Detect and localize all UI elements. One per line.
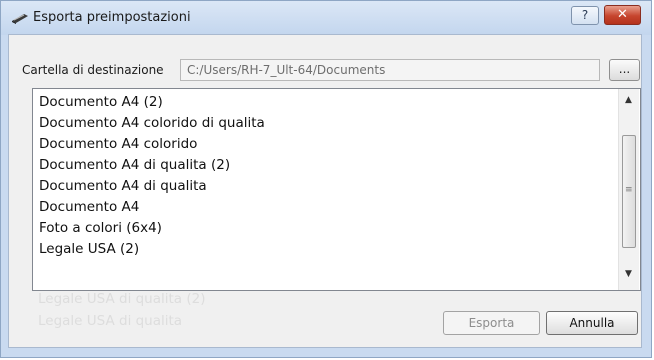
preset-list[interactable]: Documento A4 (2) Documento A4 colorido d…	[32, 88, 641, 291]
ghost-list-item: Legale USA di qualita	[38, 313, 183, 329]
title-bar[interactable]: Esporta preimpostazioni ? ✕	[1, 1, 651, 35]
list-item[interactable]: Documento A4 di qualita (2)	[39, 155, 230, 176]
help-button[interactable]: ?	[571, 6, 599, 25]
close-button[interactable]: ✕	[604, 5, 641, 25]
destination-path-field[interactable]: C:/Users/RH-7_Ult-64/Documents	[180, 59, 600, 81]
ghost-list-item: Legale USA di qualita (2)	[38, 291, 206, 307]
scanner-icon	[12, 14, 28, 24]
list-item[interactable]: Documento A4 colorido di qualita	[39, 113, 265, 134]
list-item[interactable]: Legale USA (2)	[39, 239, 139, 260]
list-item[interactable]: Documento A4	[39, 197, 139, 218]
destination-label: Cartella di destinazione	[22, 63, 164, 77]
list-item[interactable]: Foto a colori (6x4)	[39, 218, 162, 239]
export-button[interactable]: Esporta	[443, 311, 540, 335]
scroll-up-icon[interactable]: ▲	[625, 95, 632, 105]
list-item[interactable]: Documento A4 (2)	[39, 92, 163, 113]
scroll-thumb[interactable]: ≡	[622, 135, 636, 248]
browse-button[interactable]: ...	[609, 59, 640, 81]
cancel-button[interactable]: Annulla	[546, 311, 638, 335]
list-scrollbar[interactable]: ▲ ≡ ▼	[618, 89, 639, 290]
list-item[interactable]: Documento A4 colorido	[39, 134, 197, 155]
grip-icon: ≡	[625, 185, 633, 195]
list-item[interactable]: Documento A4 di qualita	[39, 176, 207, 197]
scroll-down-icon[interactable]: ▼	[625, 269, 632, 279]
window-title: Esporta preimpostazioni	[33, 10, 191, 25]
